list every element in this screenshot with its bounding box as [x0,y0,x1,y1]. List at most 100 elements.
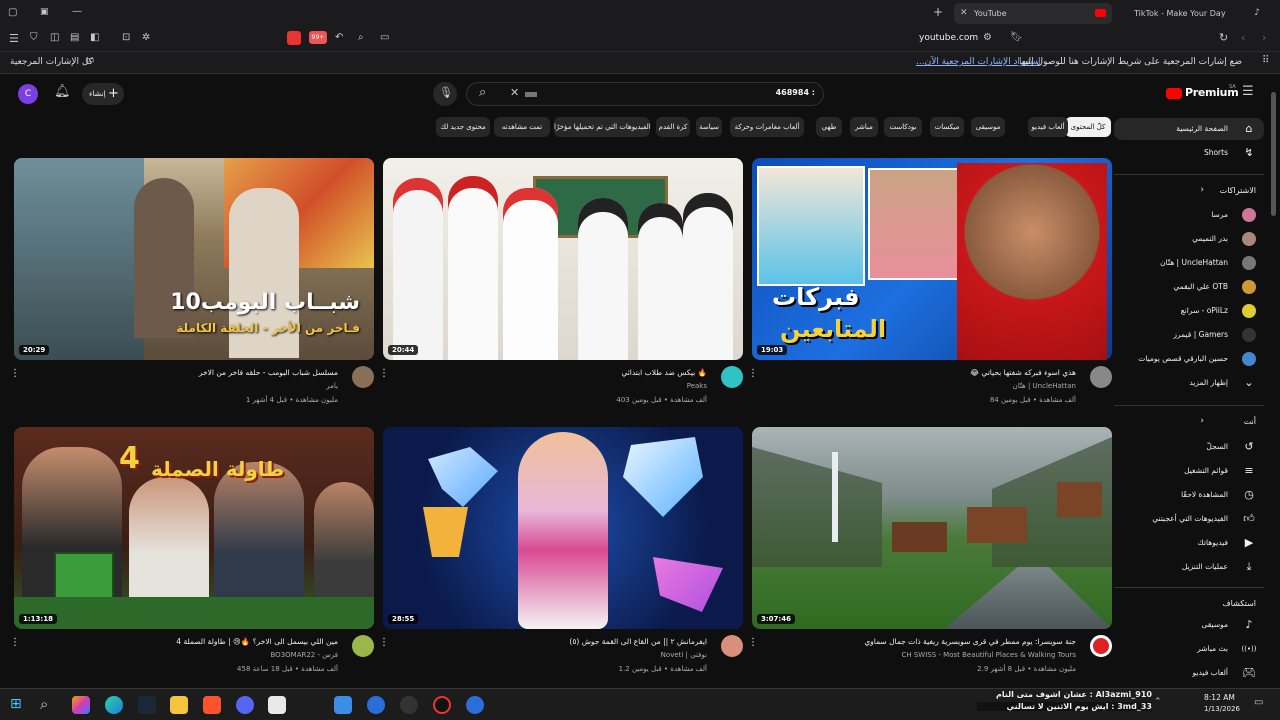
search-icon[interactable]: ⌕ [40,695,48,713]
store-icon[interactable] [268,696,286,714]
channel-avatar[interactable] [1090,635,1112,657]
sidebar-item[interactable]: علي البقمي OTB [1116,276,1256,298]
app-icon-3[interactable] [400,696,418,714]
copilot-icon[interactable] [72,696,90,714]
search-input[interactable]: 468984 : [776,88,815,97]
account-avatar[interactable]: C [18,84,38,104]
search-icon[interactable]: ⌕ [479,85,486,100]
video-card[interactable]: 28:55 ايفرمانش ٢ || من القاع الى القمة ج… [379,427,743,687]
sidebar-item[interactable]: قوائم التشغيل ≡ [1116,460,1256,482]
filter-chip[interactable]: كلّ المحتوى [1065,117,1111,137]
search-icon[interactable]: ⌕ [358,32,364,43]
sidebar-item[interactable]: إظهار المزيد ⌄ [1116,372,1256,394]
create-button[interactable]: إنشاء + [82,83,124,105]
more-actions-icon[interactable]: ⋮ [748,368,758,379]
tab-tiktok[interactable]: TikTok - Make Your Day ♪ [1114,3,1264,24]
keyboard-icon[interactable] [525,92,537,97]
screenshot-icon[interactable]: ⊡ [122,32,130,43]
channel-name[interactable]: Noveti | نوفتي [661,651,707,659]
voice-search-button[interactable]: 🎙︎ [433,82,457,106]
edge-icon[interactable] [105,696,123,714]
video-card[interactable]: شبــاب البومب10 فـاخر من الأخر - الحلقة … [10,158,374,418]
channel-name[interactable]: هتّان | UncleHattan [1013,382,1076,390]
apps-grid-icon[interactable]: ⠿ [1262,55,1269,66]
sidebar-item[interactable]: موسيقى ♪ [1116,614,1256,636]
wallet-icon[interactable]: ◫ [50,32,59,43]
forward-icon[interactable]: › [1262,31,1266,44]
page-scrollbar[interactable] [1271,92,1276,216]
video-card[interactable]: 20:44 بيكس ضد طلاب ابتدائي 🔥 Peaks 403 أ… [379,158,743,418]
search-box[interactable]: ⌕ ✕ 468984 : [466,82,824,106]
site-settings-icon[interactable]: ⚙ [983,32,992,43]
video-title[interactable]: ايفرمانش ٢ || من القاع الى القمة جوش (٥) [569,637,707,646]
sidebar-item[interactable]: قيمرز | Gamers [1116,324,1256,346]
brave-shield-badge[interactable]: 99+ [309,31,327,44]
new-tab-icon[interactable]: + [933,5,943,19]
notifications-icon[interactable]: ▭ [1254,697,1263,708]
channel-name[interactable]: CH SWISS - Most Beautiful Places & Walki… [901,651,1076,659]
sidebar-item[interactable]: عمليات التنزيل ⤓ [1116,556,1256,578]
brave-rewards-icon[interactable] [287,31,301,45]
brave-icon[interactable] [203,696,221,714]
close-tab-icon[interactable]: ✕ [960,3,968,24]
filter-chip[interactable]: طهي [816,117,842,137]
channel-avatar[interactable] [352,366,374,388]
channel-name[interactable]: BO3OMAR22 - فرس [271,651,339,659]
menu-icon[interactable]: ☰ [9,32,19,45]
tray-chevron-icon[interactable]: ⌃ [1154,697,1162,707]
video-title[interactable]: بيكس ضد طلاب ابتدائي 🔥 [621,368,707,377]
filter-chip[interactable]: تمت مشاهدته [494,117,550,137]
window-menu-icon[interactable]: ▢ [8,7,17,18]
steam-icon[interactable] [138,696,156,714]
shield-icon[interactable]: ⛉ [30,32,38,43]
channel-avatar[interactable] [1090,366,1112,388]
more-actions-icon[interactable]: ⋮ [379,637,389,648]
video-title[interactable]: مسلسل شباب البومب - حلقه فاخر من الاخر [199,368,338,377]
windows-start-icon[interactable]: ⊞ [10,696,22,712]
sidebar-item[interactable]: بدر التميمي [1116,228,1256,250]
back-icon[interactable]: ‹ [1241,31,1245,44]
all-bookmarks-link[interactable]: كل الإشارات المرجعية [10,57,93,67]
guide-menu-icon[interactable]: ☰ [1242,84,1254,99]
video-thumbnail[interactable]: شبــاب البومب10 فـاخر من الأخر - الحلقة … [14,158,374,360]
sidebar-item[interactable]: Shorts ↯ [1116,142,1256,164]
subscriptions-header[interactable]: الاشتراكات [1220,186,1256,195]
clock-date[interactable]: 1/13/2026 [1204,705,1240,713]
channel-avatar[interactable] [352,635,374,657]
filter-chip[interactable]: كرة القدم [656,117,690,137]
sidebar-item[interactable]: مرسا [1116,204,1256,226]
reader-mode-icon[interactable]: ▭ [380,32,389,43]
channel-name[interactable]: Peaks [687,382,707,390]
address-field[interactable]: youtube.com [919,33,978,43]
sidebar-item[interactable]: سرانع - oPiiLz [1116,300,1256,322]
window-icon[interactable]: ▤ [70,32,79,43]
channel-avatar[interactable] [721,366,743,388]
more-actions-icon[interactable]: ⋮ [748,637,758,648]
discord-icon[interactable] [236,696,254,714]
sidebar-item[interactable]: الصفحة الرئيسية ⌂ [1114,118,1264,140]
video-thumbnail[interactable]: طاولة الصملة 4 1:13:18 [14,427,374,629]
filter-chip[interactable]: بودكاست [884,117,922,137]
minimize-icon[interactable]: — [72,6,82,17]
channel-avatar[interactable] [721,635,743,657]
sidebar-item[interactable]: حسين البارقي قصص يوميات [1116,348,1256,370]
app-icon-2[interactable] [367,696,385,714]
extensions-icon[interactable]: ✲ [142,32,150,43]
sidebar-item[interactable]: ألعاب فيديو 🎮︎ [1116,662,1256,684]
sidebar-item[interactable]: المشاهدة لاحقًا ◷ [1116,484,1256,506]
filter-chip[interactable]: سياسة [696,117,722,137]
sidebar-item[interactable]: هتّان | UncleHattan [1116,252,1256,274]
clear-search-icon[interactable]: ✕ [510,86,519,99]
filter-chip[interactable]: موسيقى [971,117,1005,137]
filter-chip[interactable]: ألعاب مغامرات وحركة [730,117,804,137]
tab-youtube[interactable]: ✕ YouTube [954,3,1112,24]
channel-name[interactable]: يامر [326,382,338,390]
filter-chip[interactable]: ألعاب فيديو [1028,117,1068,137]
filter-chip[interactable]: مباشر [850,117,878,137]
video-title[interactable]: جنة سويسرا: يوم ممطر في قرى سويسرية ريفي… [864,637,1076,646]
sidebar-item[interactable]: فيديوهاتك ▶ [1116,532,1256,554]
notifications-icon[interactable]: 🔔︎ [54,84,71,99]
video-card[interactable]: فبركات المتابعين 19:03 😂 هذي اسوء فبركه … [748,158,1112,418]
reload-icon[interactable]: ↻ [1219,31,1228,44]
clock-time[interactable]: 8:12 AM [1204,693,1235,702]
